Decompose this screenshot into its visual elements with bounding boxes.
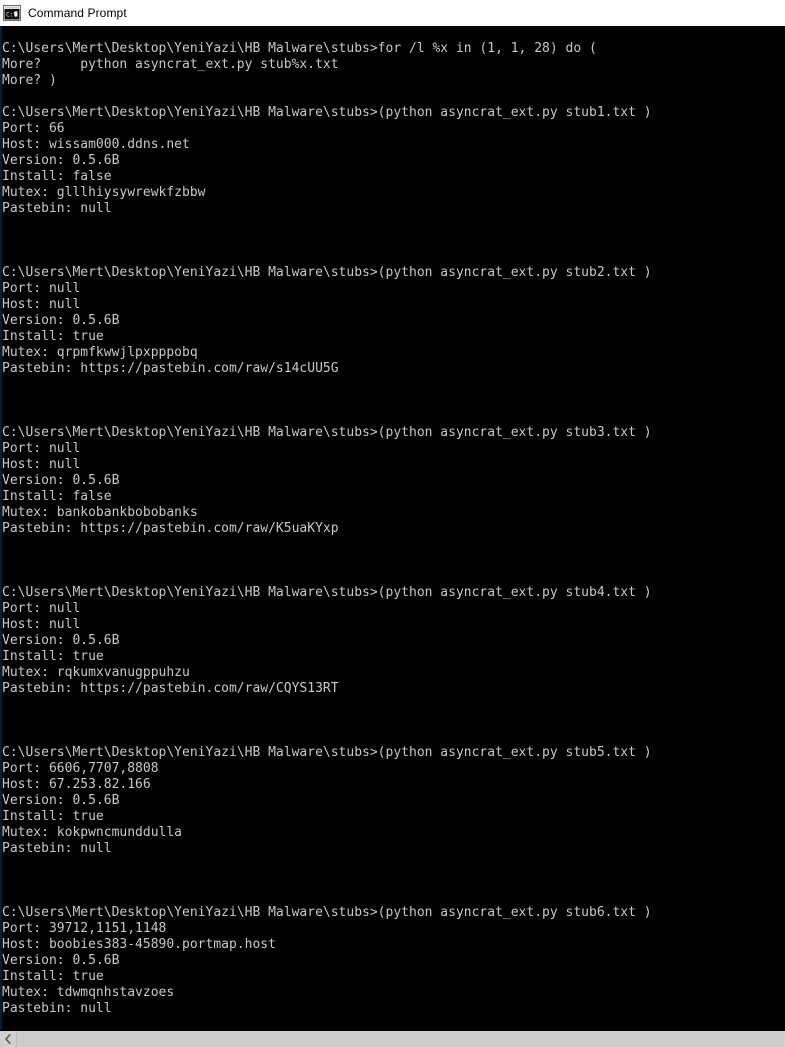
console-line: Port: 66 [2, 121, 65, 136]
console-line: Port: 39712,1151,1148 [2, 921, 167, 936]
console-line: Install: false [2, 489, 112, 504]
console-line: Mutex: rqkumxvanugppuhzu [2, 665, 190, 680]
console-icon: C:\ [3, 5, 21, 21]
console-line: Pastebin: https://pastebin.com/raw/K5uaK… [2, 521, 339, 536]
window-title: Command Prompt [28, 6, 127, 20]
console-line: Host: wissam000.ddns.net [2, 137, 190, 152]
console-line: Host: boobies383-45890.portmap.host [2, 937, 276, 952]
console-line: Pastebin: null [2, 841, 112, 856]
console-line: Version: 0.5.6B [2, 633, 120, 648]
scroll-left-button[interactable] [0, 1031, 17, 1047]
console-line: C:\Users\Mert\Desktop\YeniYazi\HB Malwar… [2, 905, 652, 920]
console-line: Pastebin: null [2, 1001, 112, 1016]
console-line: Install: true [2, 809, 104, 824]
console-line: Version: 0.5.6B [2, 153, 120, 168]
console-line: More? ) [2, 73, 57, 88]
console-line: Install: true [2, 649, 104, 664]
console-line: Pastebin: https://pastebin.com/raw/CQYS1… [2, 681, 339, 696]
console-line: C:\Users\Mert\Desktop\YeniYazi\HB Malwar… [2, 425, 652, 440]
console-left-edge [0, 26, 2, 1030]
console-line: Mutex: bankobankbobobanks [2, 505, 198, 520]
title-bar[interactable]: C:\ Command Prompt [0, 0, 785, 26]
console-line: Pastebin: https://pastebin.com/raw/s14cU… [2, 361, 339, 376]
console-line: Version: 0.5.6B [2, 473, 120, 488]
console-line: Mutex: kokpwncmunddulla [2, 825, 183, 840]
console-output-area[interactable]: C:\Users\Mert\Desktop\YeniYazi\HB Malwar… [0, 26, 785, 1030]
console-line: Version: 0.5.6B [2, 793, 120, 808]
console-line: Port: null [2, 281, 81, 296]
horizontal-scrollbar[interactable] [0, 1030, 785, 1047]
console-line: Install: true [2, 329, 104, 344]
console-line: Version: 0.5.6B [2, 313, 120, 328]
console-line: Host: null [2, 457, 81, 472]
console-line: C:\Users\Mert\Desktop\YeniYazi\HB Malwar… [2, 265, 652, 280]
console-line: C:\Users\Mert\Desktop\YeniYazi\HB Malwar… [2, 585, 652, 600]
console-line: C:\Users\Mert\Desktop\YeniYazi\HB Malwar… [2, 745, 652, 760]
console-line: Port: 6606,7707,8808 [2, 761, 159, 776]
console-line: More? python asyncrat_ext.py stub%x.txt [2, 57, 339, 72]
console-line: Install: true [2, 969, 104, 984]
scrollbar-track[interactable] [17, 1031, 783, 1047]
console-line: C:\Users\Mert\Desktop\YeniYazi\HB Malwar… [2, 41, 597, 56]
console-line: Mutex: glllhiysywrewkfzbbw [2, 185, 206, 200]
console-text[interactable]: C:\Users\Mert\Desktop\YeniYazi\HB Malwar… [0, 26, 785, 1030]
console-line: Mutex: qrpmfkwwjlpxpppobq [2, 345, 198, 360]
console-line: Port: null [2, 441, 81, 456]
console-line: Pastebin: null [2, 201, 112, 216]
console-line: Host: null [2, 297, 81, 312]
console-line: Install: false [2, 169, 112, 184]
console-line: Port: null [2, 601, 81, 616]
chevron-left-icon [5, 1034, 11, 1044]
console-line: Version: 0.5.6B [2, 953, 120, 968]
console-line: C:\Users\Mert\Desktop\YeniYazi\HB Malwar… [2, 105, 652, 120]
console-line: Mutex: tdwmqnhstavzoes [2, 985, 175, 1000]
console-line: Host: 67.253.82.166 [2, 777, 151, 792]
command-prompt-window: C:\ Command Prompt C:\Users\Mert\Desktop… [0, 0, 785, 1047]
console-line: Host: null [2, 617, 81, 632]
